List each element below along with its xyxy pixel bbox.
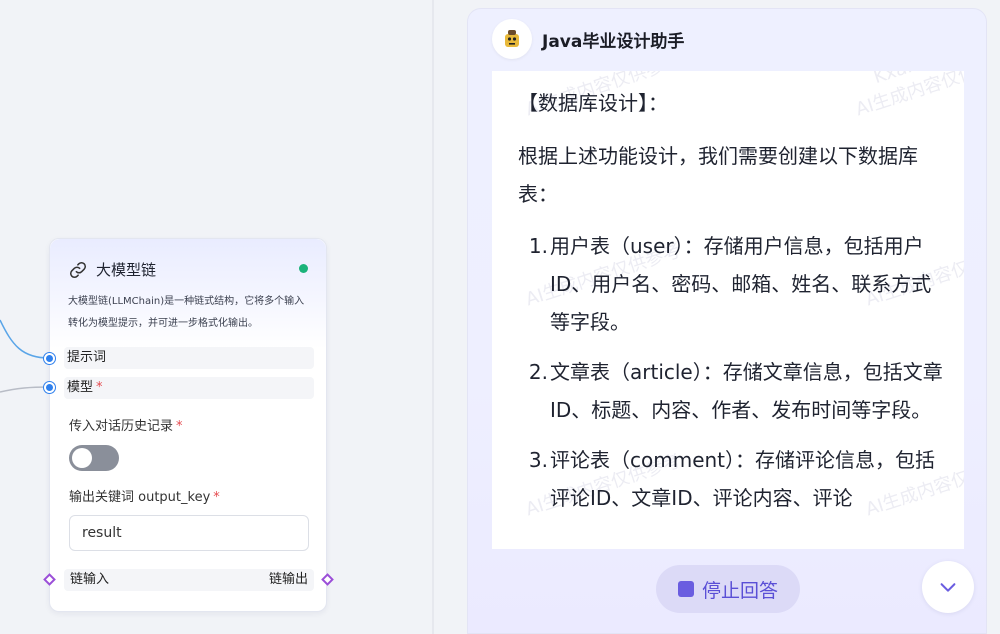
list-item: 3. 评论表（comment）：存储评论信息，包括评论ID、文章ID、评论内容、… <box>518 441 948 517</box>
list-item: 1. 用户表（user）：存储用户信息，包括用户ID、用户名、密码、邮箱、姓名、… <box>518 227 948 341</box>
chat-title: Java毕业设计助手 <box>542 31 685 52</box>
port-prompt-handle[interactable] <box>44 353 55 364</box>
history-label-text: 传入对话历史记录 <box>69 419 174 434</box>
required-mark: * <box>176 419 183 434</box>
chat-panel: Java毕业设计助手 KxaKZaTrx AI生成内容仅供参考 AI生成内容仅供… <box>467 8 987 634</box>
chain-input-label: 链输入 <box>70 572 110 587</box>
link-icon <box>69 261 87 278</box>
table-list: 1. 用户表（user）：存储用户信息，包括用户ID、用户名、密码、邮箱、姓名、… <box>518 227 948 517</box>
port-prompt-label: 提示词 <box>67 350 107 365</box>
output-key-label: 输出关键词 output_key * <box>69 486 220 505</box>
stop-answer-label: 停止回答 <box>701 579 778 602</box>
llm-chain-node[interactable]: 大模型链 大模型链(LLMChain)是一种链式结构，它将多个输入转化为模型提示… <box>43 238 334 612</box>
list-item-text: 评论表（comment）：存储评论信息，包括评论ID、文章ID、评论内容、评论 <box>550 448 936 510</box>
chat-header: Java毕业设计助手 <box>492 19 684 59</box>
bot-avatar-icon <box>492 19 532 59</box>
node-description: 大模型链(LLMChain)是一种链式结构，它将多个输入转化为模型提示，并可进一… <box>68 296 305 329</box>
list-item: 2. 文章表（article）：存储文章信息，包括文章ID、标题、内容、作者、发… <box>518 353 948 429</box>
list-item-text: 用户表（user）：存储用户信息，包括用户ID、用户名、密码、邮箱、姓名、联系方… <box>550 234 932 334</box>
stop-answer-button[interactable]: 停止回答 <box>656 565 800 613</box>
port-model-handle[interactable] <box>44 382 55 393</box>
chain-output-label: 链输出 <box>268 572 308 587</box>
message-body: 【数据库设计】： 根据上述功能设计，我们需要创建以下数据库表： 1. 用户表（u… <box>518 85 948 529</box>
toggle-knob <box>72 448 92 468</box>
port-model[interactable]: 模型 * <box>64 377 314 399</box>
list-item-text: 文章表（article）：存储文章信息，包括文章ID、标题、内容、作者、发布时间… <box>550 360 943 422</box>
history-label: 传入对话历史记录 * <box>69 415 183 434</box>
port-model-label: 模型 <box>67 380 94 395</box>
node-title: 大模型链 <box>96 261 157 279</box>
stop-icon <box>677 581 694 597</box>
node-title-row: 大模型链 <box>68 259 156 280</box>
flow-canvas[interactable]: 大模型链 大模型链(LLMChain)是一种链式结构，它将多个输入转化为模型提示… <box>0 0 432 634</box>
section-title: 【数据库设计】： <box>518 91 668 115</box>
required-mark: * <box>213 490 220 505</box>
output-key-label-text: 输出关键词 output_key <box>69 490 211 505</box>
chain-io-row: 链输入 链输出 <box>64 569 314 591</box>
port-prompt[interactable]: 提示词 <box>64 347 314 369</box>
message-content: KxaKZaTrx AI生成内容仅供参考 AI生成内容仅供参考 AI生成内容仅供… <box>492 71 964 549</box>
list-item-number: 1. <box>528 234 548 258</box>
chevron-down-icon <box>940 583 956 592</box>
list-item-number: 2. <box>528 360 548 384</box>
output-key-input[interactable]: result <box>69 515 309 551</box>
intro-paragraph: 根据上述功能设计，我们需要创建以下数据库表： <box>518 144 918 206</box>
history-toggle[interactable] <box>69 445 119 471</box>
required-mark: * <box>96 380 103 395</box>
list-item-number: 3. <box>528 448 548 472</box>
status-dot <box>299 264 308 273</box>
scroll-down-button[interactable] <box>922 561 974 613</box>
panel-divider <box>432 0 434 634</box>
